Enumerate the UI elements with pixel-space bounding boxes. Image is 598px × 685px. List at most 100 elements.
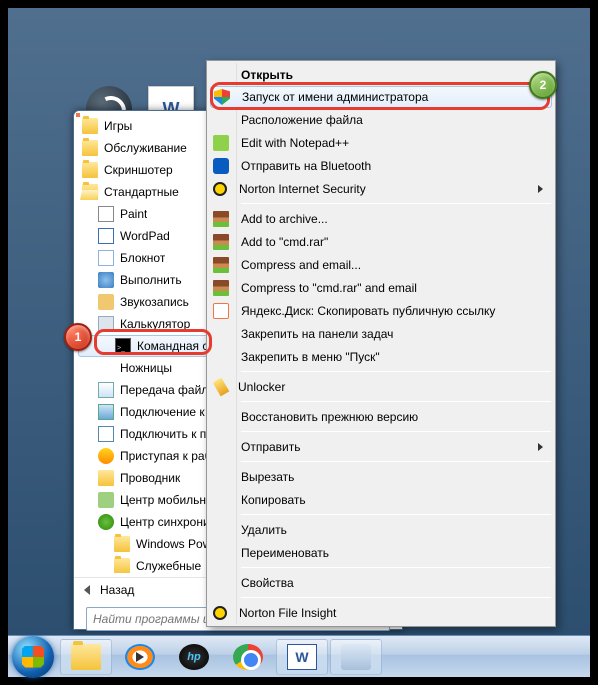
folder-icon	[114, 558, 130, 573]
context-label: Открыть	[241, 68, 293, 82]
ico-run-icon	[98, 272, 114, 288]
program-label: Скриншотер	[104, 163, 173, 177]
context-item-10[interactable]: Compress to "cmd.rar" and email	[209, 276, 553, 299]
context-item-24[interactable]: Удалить	[209, 518, 553, 541]
ico-gen-icon	[98, 360, 114, 376]
context-item-25[interactable]: Переименовать	[209, 541, 553, 564]
ico-paint-icon	[98, 206, 114, 222]
back-label: Назад	[100, 583, 134, 597]
folder-icon	[82, 162, 98, 178]
context-label: Add to "cmd.rar"	[241, 235, 328, 249]
folder-icon	[82, 140, 98, 156]
explorer-icon	[71, 644, 101, 670]
context-label: Отправить	[241, 440, 301, 454]
ico-wordpad-icon	[98, 228, 114, 244]
program-label: Блокнот	[120, 251, 165, 265]
context-item-11[interactable]: Яндекс.Диск: Скопировать публичную ссылк…	[209, 299, 553, 322]
program-label: Игры	[104, 119, 132, 133]
rar-icon	[213, 280, 229, 296]
highlight-runas	[210, 82, 550, 110]
context-item-2[interactable]: Расположение файла	[209, 108, 553, 131]
context-label: Расположение файла	[241, 113, 363, 127]
context-item-15[interactable]: Unlocker	[209, 375, 553, 398]
context-label: Отправить на Bluetooth	[241, 159, 371, 173]
hp-button[interactable]: hp	[168, 639, 220, 675]
separator	[241, 203, 551, 204]
badge-1: 1	[64, 323, 92, 351]
program-label: Служебные	[136, 559, 201, 573]
taskbar: hp W	[8, 635, 590, 677]
context-label: Compress to "cmd.rar" and email	[241, 281, 417, 295]
back-arrow-icon	[84, 585, 90, 595]
ico-rprint-icon	[98, 426, 114, 442]
desktop-frame: Игры Обслуживание Скриншотер Стандартные Pai…	[8, 8, 590, 677]
separator	[241, 371, 551, 372]
explorer-button[interactable]	[60, 639, 112, 675]
context-item-21[interactable]: Вырезать	[209, 465, 553, 488]
context-item-8[interactable]: Add to "cmd.rar"	[209, 230, 553, 253]
ico-note-icon	[98, 250, 114, 266]
context-label: Закрепить на панели задач	[241, 327, 393, 341]
context-label: Закрепить в меню "Пуск"	[241, 350, 380, 364]
rar-icon	[213, 211, 229, 227]
context-item-17[interactable]: Восстановить прежнюю версию	[209, 405, 553, 428]
ico-migrate-icon	[98, 382, 114, 398]
context-label: Яндекс.Диск: Скопировать публичную ссылк…	[241, 304, 495, 318]
badge-2: 2	[529, 71, 557, 99]
ico-gstart-icon	[98, 448, 114, 464]
context-item-29[interactable]: Norton File Insight	[209, 601, 553, 624]
separator	[241, 431, 551, 432]
word-icon: W	[287, 644, 317, 670]
chrome-button[interactable]	[222, 639, 274, 675]
rar-icon	[213, 257, 229, 273]
highlight-cmd	[94, 329, 212, 355]
separator	[241, 401, 551, 402]
context-label: Копировать	[241, 493, 306, 507]
context-item-22[interactable]: Копировать	[209, 488, 553, 511]
context-item-4[interactable]: Отправить на Bluetooth	[209, 154, 553, 177]
ico-explorer-icon	[98, 470, 114, 486]
ico-rconn-icon	[98, 404, 114, 420]
context-item-3[interactable]: Edit with Notepad++	[209, 131, 553, 154]
folder open-icon	[82, 184, 98, 200]
program-label: Звукозапись	[120, 295, 189, 309]
context-item-13[interactable]: Закрепить в меню "Пуск"	[209, 345, 553, 368]
context-item-9[interactable]: Compress and email...	[209, 253, 553, 276]
chrome-icon	[233, 644, 263, 670]
context-label: Восстановить прежнюю версию	[241, 410, 418, 424]
bt-icon	[213, 158, 229, 174]
program-label: WordPad	[120, 229, 170, 243]
context-item-7[interactable]: Add to archive...	[209, 207, 553, 230]
context-item-19[interactable]: Отправить	[209, 435, 553, 458]
folder-icon	[114, 536, 130, 552]
hp-icon: hp	[179, 644, 209, 670]
word-button[interactable]: W	[276, 639, 328, 675]
ydisk-icon	[213, 303, 229, 319]
context-label: Add to archive...	[241, 212, 328, 226]
gen-icon	[341, 644, 371, 670]
context-item-5[interactable]: Norton Internet Security	[209, 177, 553, 200]
ico-sound-icon	[98, 294, 114, 310]
program-label: Paint	[120, 207, 147, 221]
nis-icon	[213, 182, 227, 196]
program-label: Стандартные	[104, 185, 179, 199]
context-label: Вырезать	[241, 470, 294, 484]
submenu-arrow-icon	[538, 185, 543, 193]
wmp-button[interactable]	[114, 639, 166, 675]
start-orb[interactable]	[12, 636, 54, 678]
generic-button[interactable]	[330, 639, 382, 675]
context-label: Compress and email...	[241, 258, 361, 272]
program-label: Ножницы	[120, 361, 172, 375]
context-menu: ОткрытьЗапуск от имени администратораРас…	[206, 60, 556, 627]
separator	[241, 461, 551, 462]
separator	[241, 514, 551, 515]
context-label: Свойства	[241, 576, 294, 590]
program-label: Обслуживание	[104, 141, 187, 155]
context-item-27[interactable]: Свойства	[209, 571, 553, 594]
submenu-arrow-icon	[538, 443, 543, 451]
nis-icon	[213, 606, 227, 620]
separator	[241, 567, 551, 568]
folder-icon	[82, 118, 98, 134]
context-item-12[interactable]: Закрепить на панели задач	[209, 322, 553, 345]
program-label: Проводник	[120, 471, 180, 485]
